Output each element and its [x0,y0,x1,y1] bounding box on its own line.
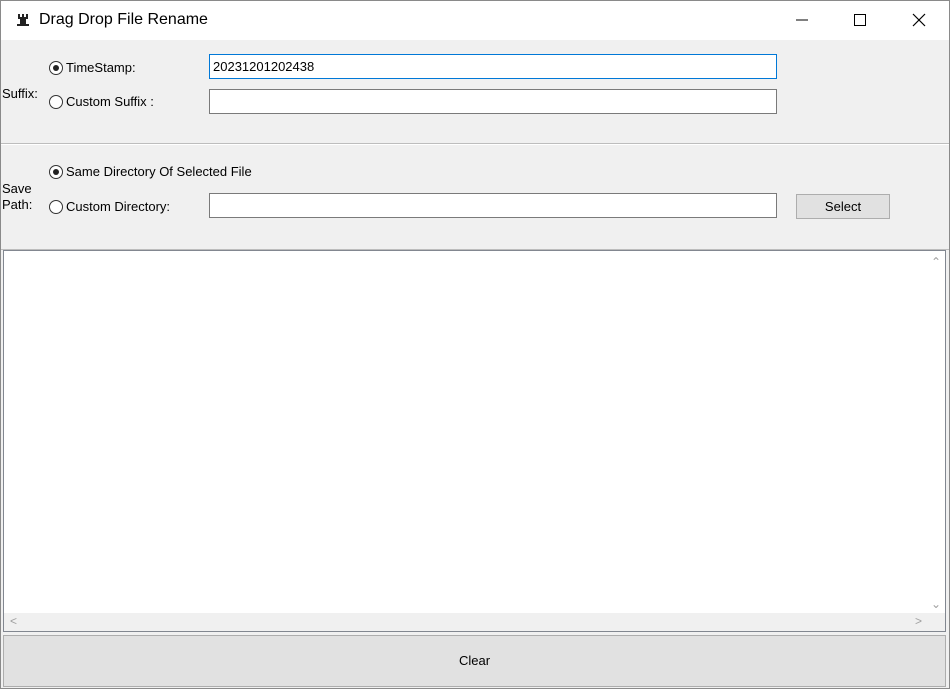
custom-suffix-radio-row[interactable]: Custom Suffix : [49,94,154,109]
custom-directory-radio-row[interactable]: Custom Directory: [49,199,170,214]
maximize-button[interactable] [831,1,889,40]
app-icon [17,14,29,26]
scrollbar-corner [928,613,945,631]
app-window: Drag Drop File Rename Suffix: TimeStamp: [0,0,950,689]
scroll-left-icon[interactable]: < [10,614,17,628]
custom-suffix-radio-label: Custom Suffix : [66,94,154,109]
same-directory-radio[interactable] [49,164,63,179]
scroll-right-icon[interactable]: > [915,614,922,628]
window-title: Drag Drop File Rename [39,11,208,28]
save-path-label: Save Path: [2,181,32,213]
close-icon [912,13,926,27]
timestamp-input[interactable] [209,54,777,79]
suffix-group: Suffix: TimeStamp: Custom Suffix : [1,41,949,144]
same-directory-radio-label: Same Directory Of Selected File [66,164,252,179]
title-bar: Drag Drop File Rename [1,1,949,40]
timestamp-radio[interactable] [49,60,63,75]
select-button[interactable]: Select [796,194,890,219]
timestamp-radio-label: TimeStamp: [66,60,136,75]
custom-directory-input[interactable] [209,193,777,218]
same-directory-radio-row[interactable]: Same Directory Of Selected File [49,164,252,179]
scroll-down-icon[interactable]: ⌄ [931,597,941,611]
scroll-up-icon[interactable]: ⌃ [931,255,941,269]
custom-suffix-input[interactable] [209,89,777,114]
minimize-button[interactable] [773,1,831,40]
close-button[interactable] [890,1,948,40]
horizontal-scrollbar[interactable]: < > [4,613,928,631]
save-path-label-line1: Save [2,181,32,196]
suffix-label: Suffix: [2,86,38,101]
timestamp-radio-row[interactable]: TimeStamp: [49,60,136,75]
vertical-scrollbar[interactable]: ⌃ ⌄ [928,251,945,613]
minimize-icon [796,19,808,21]
save-path-label-line2: Path: [2,197,33,212]
save-path-group: Save Path: Same Directory Of Selected Fi… [1,144,949,250]
custom-directory-radio[interactable] [49,199,63,214]
maximize-icon [854,14,866,26]
clear-button[interactable]: Clear [3,635,946,687]
file-drop-list[interactable]: ⌃ ⌄ < > [3,250,946,632]
custom-suffix-radio[interactable] [49,94,63,109]
custom-directory-radio-label: Custom Directory: [66,199,171,214]
